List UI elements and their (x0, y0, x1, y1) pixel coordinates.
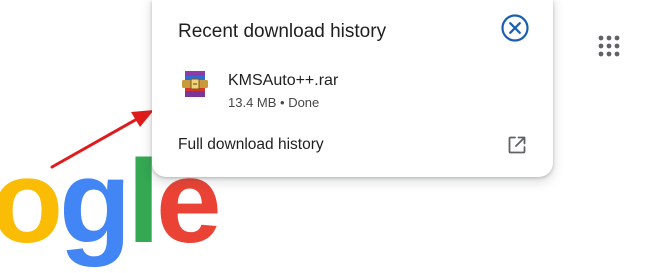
close-icon[interactable] (500, 13, 530, 43)
download-bubble: Recent download history KMSAuto++.rar 13… (152, 0, 553, 177)
file-meta: 13.4 MB • Done (228, 95, 320, 110)
logo-letter-g: g (59, 136, 131, 268)
panel-title: Recent download history (178, 21, 387, 42)
full-history-label: Full download history (178, 136, 324, 153)
apps-grid-icon[interactable] (597, 34, 621, 58)
full-download-history-link[interactable]: Full download history (152, 125, 553, 165)
download-item[interactable]: KMSAuto++.rar 13.4 MB • Done (152, 60, 553, 120)
logo-letter-o: o (0, 136, 63, 268)
file-name: KMSAuto++.rar (228, 72, 339, 89)
winrar-archive-icon (182, 71, 208, 97)
browser-page: s ogle Recent download history (0, 0, 649, 273)
open-in-new-icon (508, 136, 526, 154)
